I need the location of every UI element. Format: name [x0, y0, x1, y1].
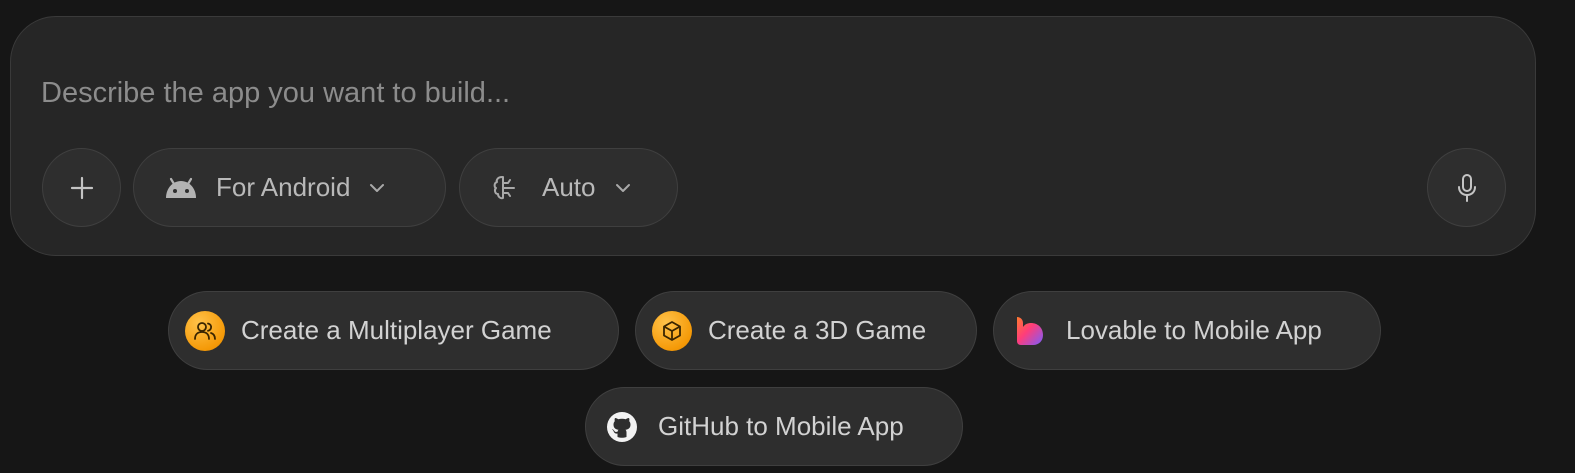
android-icon	[166, 177, 196, 198]
suggestion-lovable-to-mobile[interactable]: Lovable to Mobile App	[993, 291, 1381, 370]
suggestion-github-to-mobile[interactable]: GitHub to Mobile App	[585, 387, 963, 466]
prompt-input[interactable]	[41, 73, 1341, 113]
brain-icon	[493, 175, 515, 199]
github-icon	[602, 407, 642, 447]
suggestion-3d-game[interactable]: Create a 3D Game	[635, 291, 977, 370]
add-attachment-button[interactable]	[42, 148, 121, 227]
chevron-down-icon	[614, 182, 632, 194]
model-label: Auto	[542, 172, 596, 202]
microphone-icon	[1457, 173, 1476, 202]
plus-icon	[70, 176, 93, 199]
prompt-composer: For Android Auto	[10, 16, 1536, 256]
users-icon	[185, 310, 225, 351]
platform-select[interactable]: For Android	[133, 148, 446, 227]
chevron-down-icon	[368, 182, 386, 194]
lovable-heart-icon	[1010, 311, 1050, 351]
platform-label: For Android	[216, 172, 351, 202]
suggestion-label: Create a 3D Game	[708, 315, 927, 345]
voice-input-button[interactable]	[1427, 148, 1506, 227]
suggestion-label: GitHub to Mobile App	[658, 411, 904, 441]
suggestion-label: Create a Multiplayer Game	[241, 315, 552, 345]
model-select[interactable]: Auto	[459, 148, 678, 227]
suggestion-label: Lovable to Mobile App	[1066, 315, 1322, 345]
suggestion-multiplayer-game[interactable]: Create a Multiplayer Game	[168, 291, 619, 370]
cube-icon	[652, 310, 692, 351]
app-page: For Android Auto	[0, 0, 1575, 473]
